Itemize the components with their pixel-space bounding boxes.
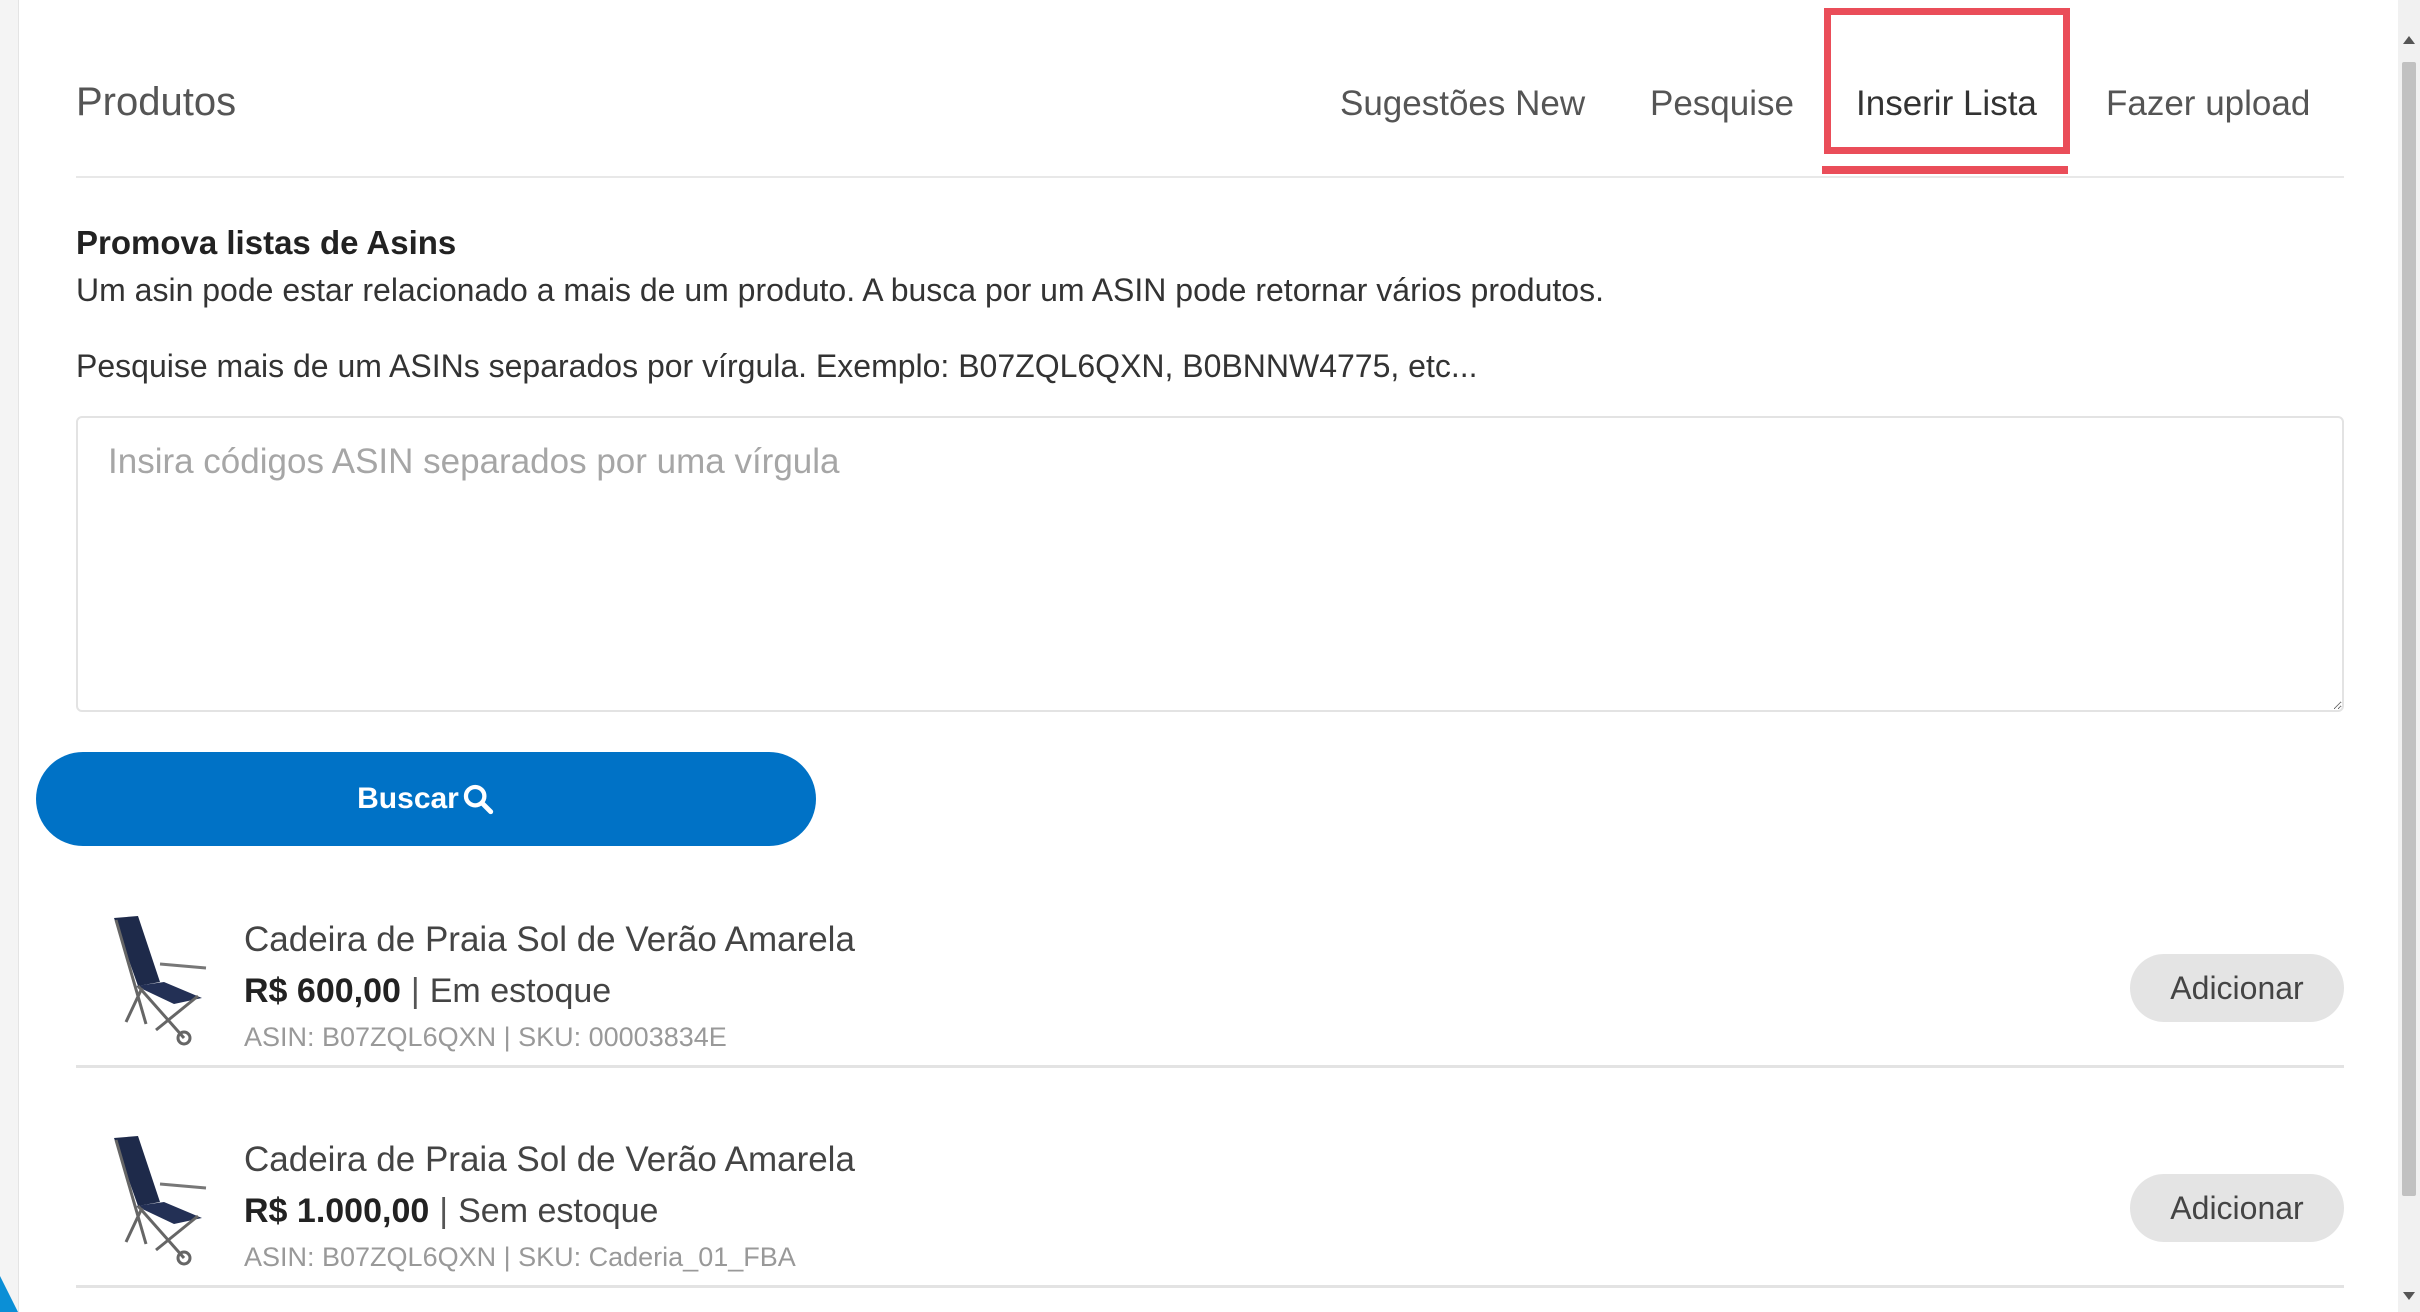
tab-pesquise[interactable]: Pesquise: [1650, 84, 1794, 124]
search-icon: [463, 784, 494, 815]
add-product-button[interactable]: Adicionar: [2130, 1174, 2344, 1242]
tab-highlight-box: [1824, 8, 2070, 154]
product-row: Cadeira de Praia Sol de Verão Amarela R$…: [76, 1076, 2344, 1288]
tab-fazer-upload[interactable]: Fazer upload: [2106, 84, 2310, 124]
product-price: R$ 1.000,00: [244, 1192, 430, 1230]
asin-instructions: Pesquise mais de um ASINs separados por …: [76, 348, 1478, 384]
scroll-down-icon[interactable]: [2403, 1292, 2415, 1300]
add-product-button[interactable]: Adicionar: [2130, 954, 2344, 1022]
search-button[interactable]: Buscar: [36, 752, 816, 846]
product-name: Cadeira de Praia Sol de Verão Amarela: [244, 1140, 855, 1179]
tab-sugestoes-new[interactable]: Sugestões New: [1340, 84, 1585, 124]
product-name: Cadeira de Praia Sol de Verão Amarela: [244, 920, 855, 959]
left-panel-edge: [0, 0, 19, 1312]
beach-chair-icon: [114, 1136, 207, 1266]
scroll-thumb[interactable]: [2402, 62, 2416, 1196]
product-row: Cadeira de Praia Sol de Verão Amarela R$…: [76, 856, 2344, 1068]
separator: |: [410, 972, 420, 1010]
beach-chair-icon: [114, 916, 207, 1046]
corner-accent: [0, 1276, 18, 1312]
active-tab-indicator: [1822, 166, 2068, 174]
vertical-scrollbar[interactable]: [2398, 0, 2420, 1312]
price-stock-line: R$ 1.000,00 | Sem estoque: [244, 1192, 658, 1231]
scroll-up-icon[interactable]: [2403, 36, 2415, 44]
price-stock-line: R$ 600,00 | Em estoque: [244, 972, 611, 1011]
stock-status: Sem estoque: [458, 1192, 659, 1230]
section-title: Promova listas de Asins: [76, 224, 457, 261]
product-meta: ASIN: B07ZQL6QXN | SKU: Caderia_01_FBA: [244, 1242, 796, 1272]
section-description: Um asin pode estar relacionado a mais de…: [76, 272, 1604, 308]
asin-list-input[interactable]: [76, 416, 2344, 712]
product-price: R$ 600,00: [244, 972, 401, 1010]
search-button-label: Buscar: [357, 782, 459, 815]
page-title: Produtos: [76, 80, 237, 124]
stock-status: Em estoque: [429, 972, 612, 1010]
separator: |: [439, 1192, 449, 1230]
product-meta: ASIN: B07ZQL6QXN | SKU: 00003834E: [244, 1022, 727, 1052]
